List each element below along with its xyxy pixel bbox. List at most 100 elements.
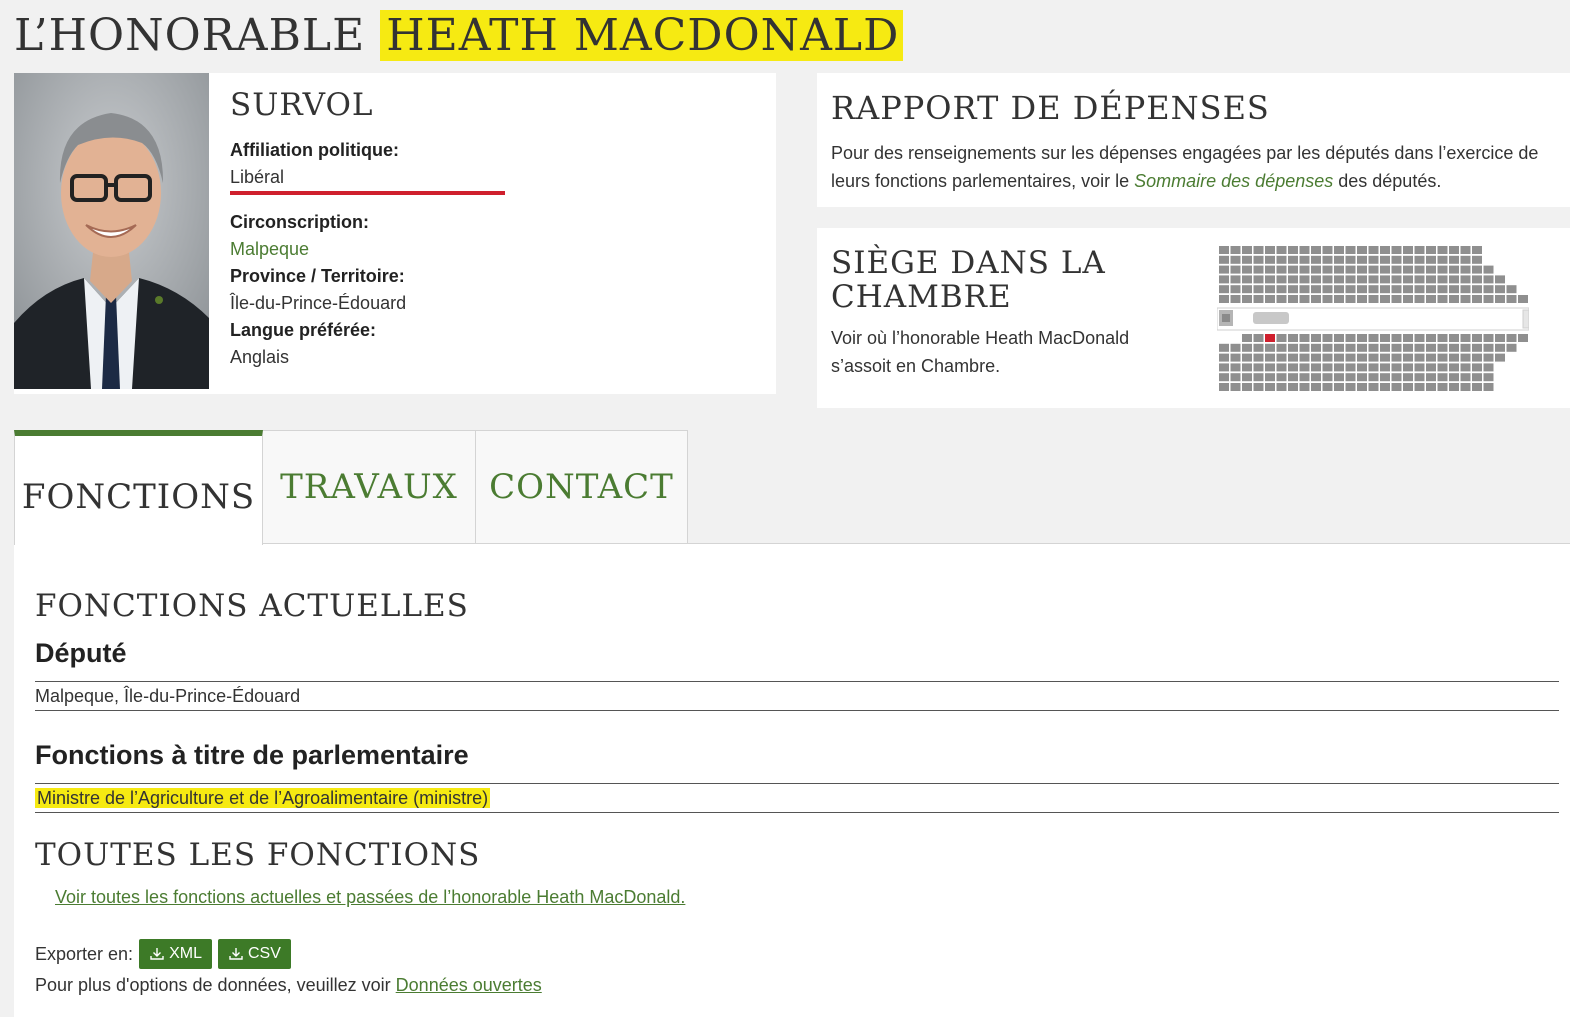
seat <box>1449 353 1459 362</box>
seat <box>1230 265 1241 274</box>
province-label: Province / Territoire: <box>230 266 405 286</box>
house-seating-map[interactable] <box>1217 246 1529 392</box>
seat <box>1483 285 1494 294</box>
export-row: Exporter en: XML CSV <box>35 939 291 969</box>
seat <box>1426 285 1436 294</box>
tab-travaux[interactable]: TRAVAUX <box>262 430 476 544</box>
tab-contact[interactable]: CONTACT <box>475 430 688 544</box>
seat <box>1414 353 1425 362</box>
open-data-link[interactable]: Données ouvertes <box>396 975 542 995</box>
seat <box>1449 265 1459 274</box>
seat <box>1253 285 1264 294</box>
seat <box>1345 295 1356 303</box>
seat <box>1322 353 1333 362</box>
seat <box>1437 353 1448 362</box>
seat <box>1483 343 1494 352</box>
seat <box>1276 373 1287 382</box>
seat <box>1403 275 1413 284</box>
seat <box>1403 255 1413 264</box>
parliamentary-role-heading: Fonctions à titre de parlementaire <box>35 740 469 770</box>
seat <box>1219 255 1229 264</box>
seat <box>1460 343 1471 352</box>
seat <box>1368 363 1379 372</box>
seat <box>1460 334 1471 342</box>
seat <box>1426 343 1436 352</box>
bar-of-house <box>1522 309 1529 329</box>
seat <box>1288 383 1298 391</box>
seat <box>1219 275 1229 284</box>
seat <box>1426 275 1436 284</box>
seat <box>1368 265 1379 274</box>
seat <box>1368 383 1379 391</box>
seat <box>1380 383 1390 391</box>
seat <box>1230 353 1241 362</box>
seat <box>1242 383 1252 391</box>
seat <box>1426 363 1436 372</box>
seat <box>1472 373 1482 382</box>
seat <box>1391 265 1402 274</box>
seat <box>1449 295 1459 303</box>
seat <box>1414 285 1425 294</box>
seat <box>1322 334 1333 342</box>
seat <box>1368 275 1379 284</box>
seat <box>1311 255 1321 264</box>
parliamentary-role-value: Ministre de l’Agriculture et de l’Agroal… <box>35 788 491 808</box>
seat <box>1276 255 1287 264</box>
riding-link[interactable]: Malpeque <box>230 235 750 263</box>
seat <box>1265 363 1275 372</box>
seat <box>1299 383 1310 391</box>
seat <box>1357 363 1367 372</box>
seat <box>1322 265 1333 274</box>
seat <box>1414 334 1425 342</box>
all-roles-heading: TOUTES LES FONCTIONS <box>35 837 481 873</box>
seat <box>1472 246 1482 254</box>
seat <box>1449 246 1459 254</box>
seat <box>1322 383 1333 391</box>
seat <box>1380 275 1390 284</box>
seat <box>1437 265 1448 274</box>
seat <box>1391 353 1402 362</box>
seat <box>1311 285 1321 294</box>
seat <box>1437 343 1448 352</box>
seat <box>1460 353 1471 362</box>
seat <box>1288 246 1298 254</box>
seat <box>1276 334 1287 342</box>
export-xml-button[interactable]: XML <box>139 939 212 969</box>
seat <box>1288 265 1298 274</box>
seat <box>1426 246 1436 254</box>
seat-text: Voir où l’honorable Heath MacDonald s’as… <box>831 328 1130 376</box>
seat <box>1242 265 1252 274</box>
seat <box>1495 334 1505 342</box>
seat <box>1253 255 1264 264</box>
seat <box>1483 265 1494 274</box>
seat <box>1483 373 1494 382</box>
seat <box>1403 363 1413 372</box>
seat <box>1414 383 1425 391</box>
seat <box>1299 343 1310 352</box>
expenses-summary-link[interactable]: Sommaire des dépenses <box>1134 171 1333 191</box>
seat <box>1368 353 1379 362</box>
seat <box>1230 295 1241 303</box>
seat <box>1322 255 1333 264</box>
export-xml-label: XML <box>169 945 202 962</box>
tab-fonctions[interactable]: FONCTIONS <box>14 430 263 545</box>
seat <box>1437 383 1448 391</box>
seat <box>1265 255 1275 264</box>
seat <box>1426 334 1436 342</box>
seat <box>1288 275 1298 284</box>
seat <box>1253 363 1264 372</box>
seat <box>1219 343 1229 352</box>
seat <box>1495 353 1505 362</box>
export-csv-button[interactable]: CSV <box>217 939 291 969</box>
all-roles-link[interactable]: Voir toutes les fonctions actuelles et p… <box>55 887 685 908</box>
seat <box>1311 275 1321 284</box>
seat <box>1437 255 1448 264</box>
seat <box>1219 246 1229 254</box>
download-icon <box>229 948 243 960</box>
seat <box>1403 295 1413 303</box>
seat <box>1345 265 1356 274</box>
seat <box>1288 295 1298 303</box>
seat <box>1449 275 1459 284</box>
language-label: Langue préférée: <box>230 320 377 340</box>
seat <box>1311 343 1321 352</box>
